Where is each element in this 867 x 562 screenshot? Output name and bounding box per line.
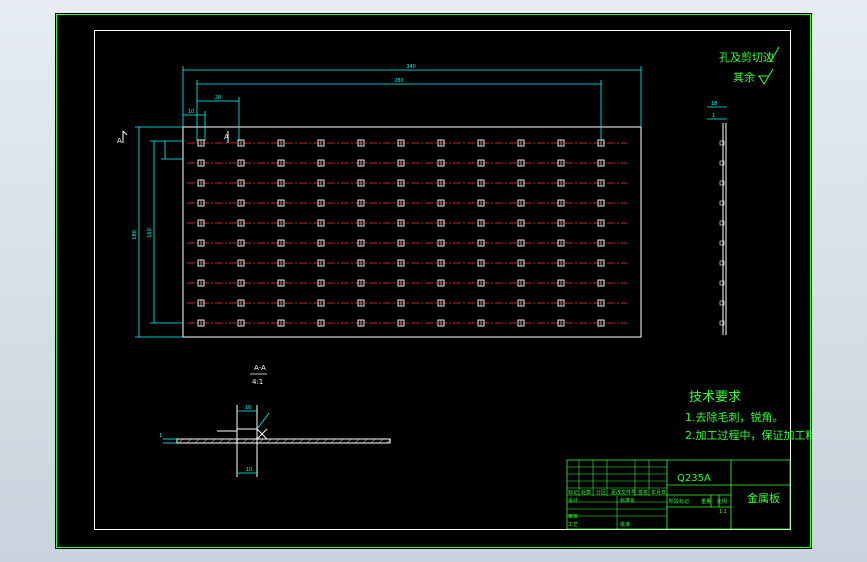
- tb-label-scale: 比例: [717, 498, 727, 505]
- hatch-line: [306, 438, 312, 444]
- hatch-line: [178, 438, 184, 444]
- tech-title: 技术要求: [689, 390, 741, 405]
- hatch-line: [202, 438, 208, 444]
- tb-label-date: 年月日: [651, 489, 666, 496]
- section-dim-top: 10: [245, 405, 251, 411]
- hatch-line: [218, 438, 224, 444]
- section-hatch: [178, 438, 392, 444]
- tb-label-sign: 签名: [638, 489, 648, 496]
- plate-outline: [182, 126, 642, 338]
- tb-label-standard: 标准化: [620, 497, 635, 504]
- tb-label-change-doc: 更改文件号: [611, 489, 636, 496]
- hatch-line: [250, 438, 256, 444]
- section-marker-left: [122, 130, 128, 143]
- hatch-line: [266, 438, 272, 444]
- side-view: [722, 123, 727, 335]
- tb-label-approve: 批准: [620, 521, 630, 528]
- tech-item-2: 2.加工过程中，保证加工精度。: [685, 428, 812, 442]
- dim-hole-span: 160: [147, 228, 153, 238]
- section-dim-left: 1: [159, 433, 162, 439]
- left-dimensions: [135, 126, 183, 338]
- hole-pattern: [187, 139, 627, 327]
- section-label: A-A: [254, 364, 266, 372]
- section-view: [176, 405, 391, 477]
- section-marker-right-label: A: [224, 133, 229, 141]
- dim-second-offset: 10: [188, 109, 194, 115]
- hatch-line: [322, 438, 328, 444]
- hatch-line: [290, 438, 296, 444]
- hatch-line: [298, 438, 304, 444]
- section-scale: 4:1: [252, 378, 263, 386]
- hatch-line: [346, 438, 352, 444]
- other-note: 其余: [733, 70, 755, 84]
- hatch-line: [194, 438, 200, 444]
- outer-frame: [56, 14, 811, 548]
- tb-label-check: 审核: [568, 513, 578, 520]
- hatch-line: [274, 438, 280, 444]
- hatch-line: [242, 438, 248, 444]
- section-dim-bottom: 10: [246, 467, 252, 473]
- hatch-line: [354, 438, 360, 444]
- top-dimensions: [182, 66, 642, 141]
- drawing-sheet[interactable]: 340 280 20 10 180 160 A A 18 1 孔及剪切边 其余 …: [55, 13, 812, 549]
- tb-label-process: 工艺: [568, 522, 578, 528]
- dim-first-offset: 20: [215, 95, 221, 101]
- dim-pitch-total: 280: [394, 78, 404, 84]
- hatch-line: [314, 438, 320, 444]
- tb-label-design: 设计: [568, 497, 578, 504]
- hatch-line: [258, 438, 264, 444]
- section-marker-left-label: A: [117, 137, 122, 145]
- material: Q235A: [677, 473, 711, 484]
- hatch-line: [378, 438, 384, 444]
- tb-scale-value: 1:1: [719, 509, 727, 515]
- hatch-line: [210, 438, 216, 444]
- tb-label-mark: 标记: [568, 489, 578, 496]
- dim-overall-width: 340: [406, 64, 416, 70]
- side-view-dims: [707, 106, 727, 120]
- cad-viewport[interactable]: 340 280 20 10 180 160 A A 18 1 孔及剪切边 其余 …: [0, 0, 867, 562]
- hatch-line: [330, 438, 336, 444]
- tb-label-zone: 分区: [596, 489, 606, 496]
- hatch-line: [362, 438, 368, 444]
- tech-item-1: 1.去除毛刺，锐角。: [685, 410, 784, 424]
- side-dim-top: 18: [711, 101, 717, 107]
- section-dims: [163, 410, 270, 474]
- tb-label-count: 处数: [581, 489, 591, 496]
- tb-label-weight: 重量: [701, 498, 711, 505]
- surface-note: 孔及剪切边: [719, 50, 774, 64]
- roughness-symbol-other: [758, 68, 774, 85]
- hatch-line: [226, 438, 232, 444]
- part-name: 金属板: [747, 491, 780, 505]
- cad-drawing[interactable]: 340 280 20 10 180 160 A A 18 1 孔及剪切边 其余 …: [55, 13, 812, 549]
- hatch-line: [370, 438, 376, 444]
- dim-overall-height: 180: [132, 230, 138, 240]
- side-dim-thk: 1: [712, 113, 715, 119]
- hatch-line: [186, 438, 192, 444]
- tb-label-stage: 阶段标记: [669, 498, 689, 505]
- hatch-line: [338, 438, 344, 444]
- hatch-line: [282, 438, 288, 444]
